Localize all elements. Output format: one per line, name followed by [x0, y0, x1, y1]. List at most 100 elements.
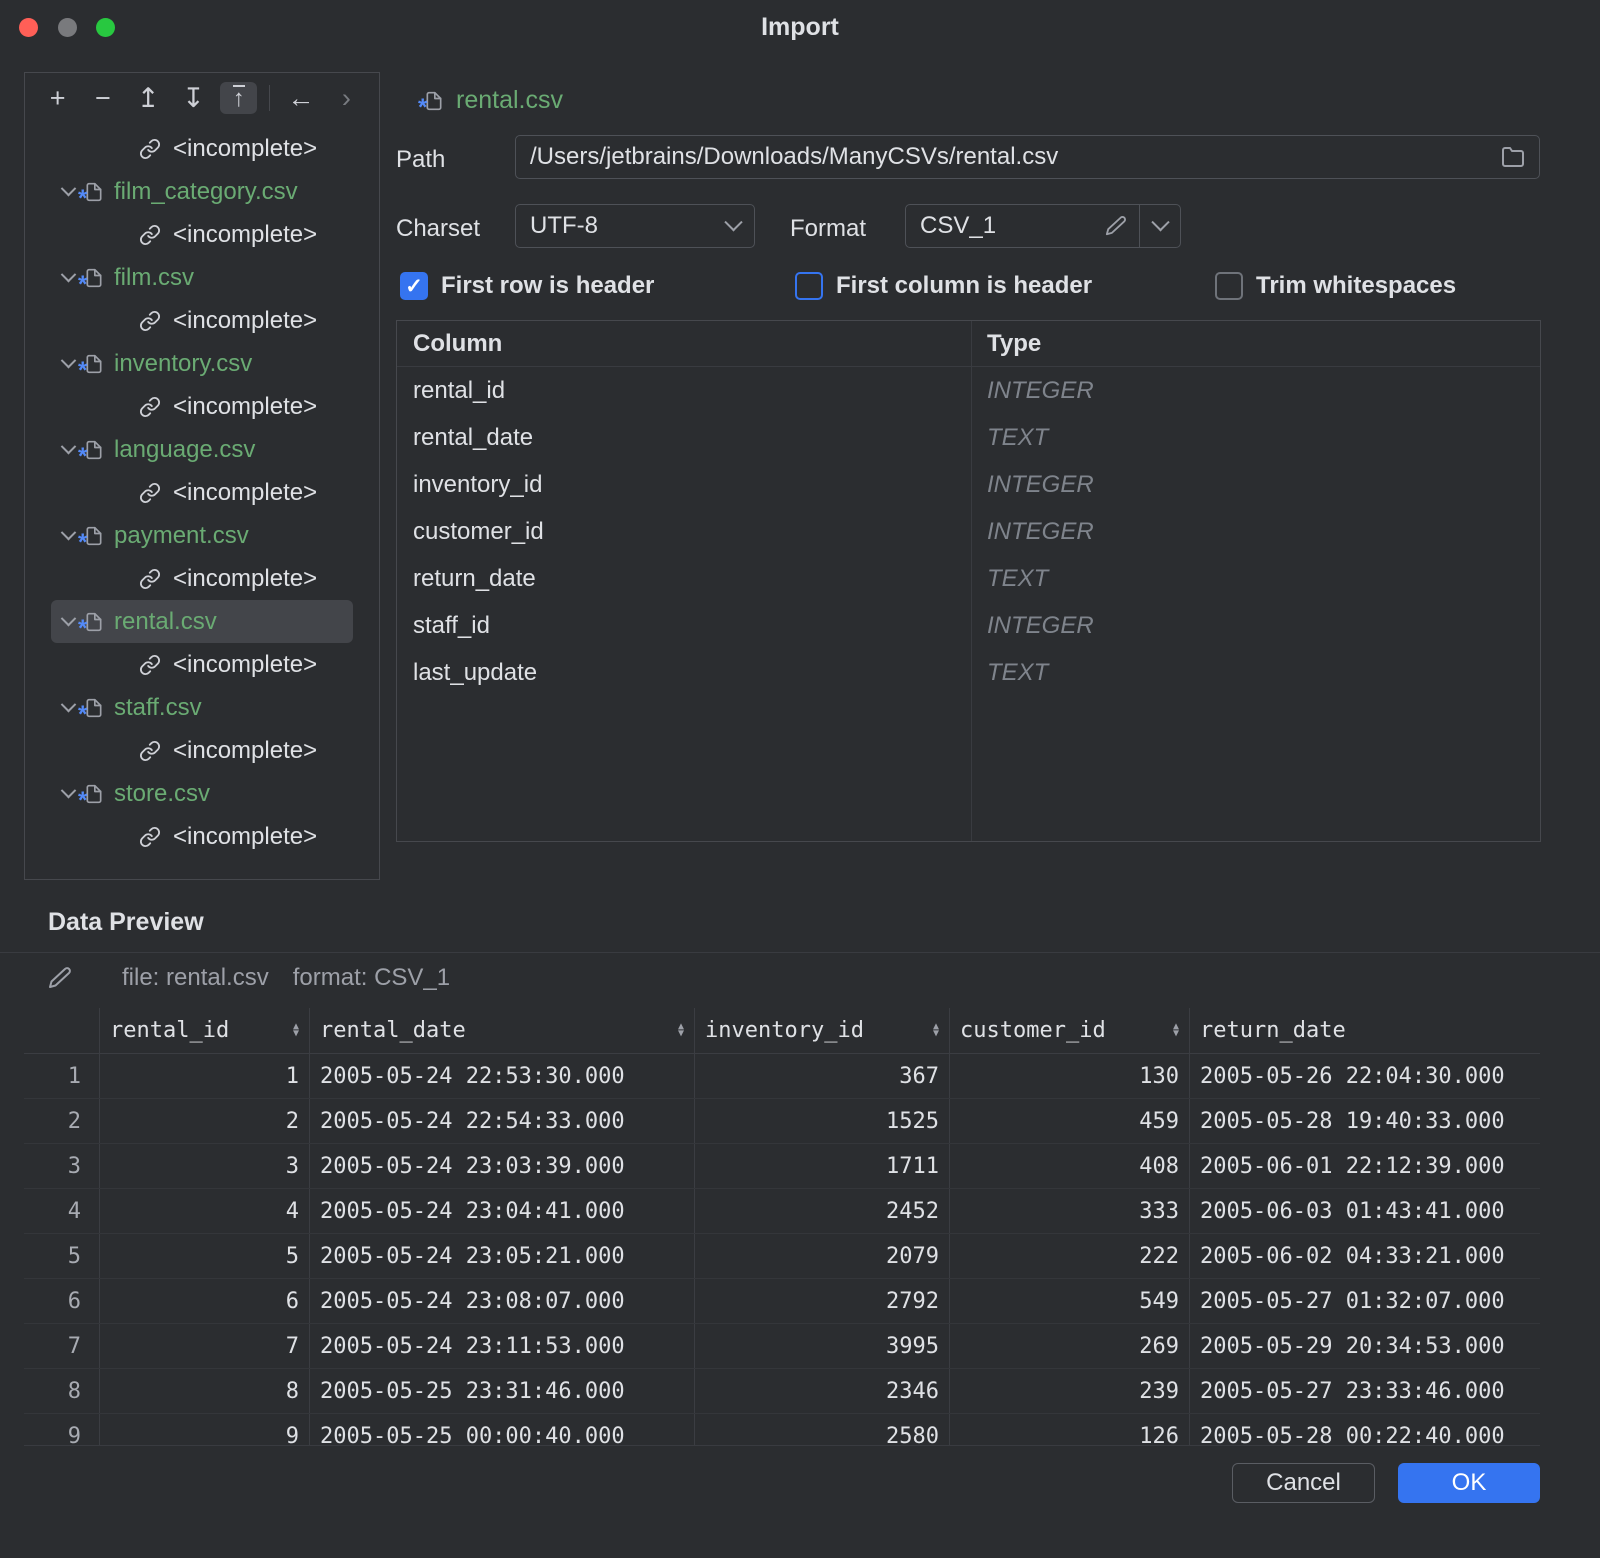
table-row[interactable]: inventory_idINTEGER [397, 461, 1540, 508]
charset-select[interactable]: UTF-8 [515, 204, 755, 248]
cell[interactable]: 2452 [695, 1189, 950, 1233]
column-type[interactable]: TEXT [971, 424, 1540, 452]
cell[interactable]: 459 [950, 1099, 1190, 1143]
preview-header[interactable]: customer_id▲▼ [950, 1008, 1190, 1053]
sort-icon[interactable]: ▲▼ [285, 1024, 299, 1036]
table-row[interactable]: return_dateTEXT [397, 555, 1540, 602]
tree-item-file[interactable]: * store.csv [51, 772, 353, 815]
table-row[interactable]: rental_dateTEXT [397, 414, 1540, 461]
cell[interactable]: 2 [100, 1099, 310, 1143]
preview-row[interactable]: 6 6 2005-05-24 23:08:07.000 2792 549 200… [24, 1279, 1540, 1324]
cell[interactable]: 130 [950, 1054, 1190, 1098]
cell[interactable]: 2005-05-27 01:32:07.000 [1190, 1279, 1540, 1323]
column-type[interactable]: TEXT [971, 659, 1540, 687]
column-type[interactable]: INTEGER [971, 471, 1540, 499]
tree-item-file[interactable]: * film.csv [51, 256, 353, 299]
sort-icon[interactable]: ▲▼ [925, 1024, 939, 1036]
preview-row[interactable]: 5 5 2005-05-24 23:05:21.000 2079 222 200… [24, 1234, 1540, 1279]
tree-item-file[interactable]: * film_category.csv [51, 170, 353, 213]
table-row[interactable]: rental_idINTEGER [397, 367, 1540, 414]
move-down-button[interactable]: ↧ [175, 82, 212, 114]
cell[interactable]: 239 [950, 1369, 1190, 1413]
tree-item-incomplete[interactable]: <incomplete> [51, 299, 353, 342]
format-dropdown-button[interactable] [1140, 205, 1180, 247]
cell[interactable]: 2005-05-25 23:31:46.000 [310, 1369, 695, 1413]
table-row[interactable]: customer_idINTEGER [397, 508, 1540, 555]
cell[interactable]: 2005-05-24 22:53:30.000 [310, 1054, 695, 1098]
cell[interactable]: 2005-05-28 19:40:33.000 [1190, 1099, 1540, 1143]
first-column-header-checkbox-group[interactable]: ✓ First column is header [795, 272, 1092, 300]
ok-button[interactable]: OK [1398, 1463, 1540, 1503]
cell[interactable]: 367 [695, 1054, 950, 1098]
cell[interactable]: 2005-05-28 00:22:40.000 [1190, 1414, 1540, 1446]
cell[interactable]: 2792 [695, 1279, 950, 1323]
cell[interactable]: 2005-05-27 23:33:46.000 [1190, 1369, 1540, 1413]
tree-item-incomplete[interactable]: <incomplete> [51, 213, 353, 256]
cell[interactable]: 2346 [695, 1369, 950, 1413]
table-row[interactable]: staff_idINTEGER [397, 602, 1540, 649]
cell[interactable]: 1711 [695, 1144, 950, 1188]
trim-whitespaces-checkbox[interactable]: ✓ [1215, 272, 1243, 300]
cell[interactable]: 2005-05-24 22:54:33.000 [310, 1099, 695, 1143]
format-combo[interactable]: CSV_1 [905, 204, 1181, 248]
cell[interactable]: 2005-06-03 01:43:41.000 [1190, 1189, 1540, 1233]
cell[interactable]: 126 [950, 1414, 1190, 1446]
tree-item-incomplete[interactable]: <incomplete> [51, 557, 353, 600]
tree-item-file[interactable]: * inventory.csv [51, 342, 353, 385]
cell[interactable]: 6 [100, 1279, 310, 1323]
back-button[interactable]: ← [282, 82, 319, 114]
column-type[interactable]: INTEGER [971, 518, 1540, 546]
cell[interactable]: 5 [100, 1234, 310, 1278]
cell[interactable]: 2005-05-29 20:34:53.000 [1190, 1324, 1540, 1368]
table-row[interactable]: last_updateTEXT [397, 649, 1540, 696]
tree-item-incomplete[interactable]: <incomplete> [51, 643, 353, 686]
cell[interactable]: 2005-05-24 23:05:21.000 [310, 1234, 695, 1278]
cell[interactable]: 2580 [695, 1414, 950, 1446]
cell[interactable]: 3 [100, 1144, 310, 1188]
tree-item-incomplete[interactable]: <incomplete> [51, 815, 353, 858]
preview-row[interactable]: 4 4 2005-05-24 23:04:41.000 2452 333 200… [24, 1189, 1540, 1234]
preview-row[interactable]: 2 2 2005-05-24 22:54:33.000 1525 459 200… [24, 1099, 1540, 1144]
trim-whitespaces-checkbox-group[interactable]: ✓ Trim whitespaces [1215, 272, 1456, 300]
preview-row[interactable]: 9 9 2005-05-25 00:00:40.000 2580 126 200… [24, 1414, 1540, 1446]
path-input[interactable]: /Users/jetbrains/Downloads/ManyCSVs/rent… [515, 135, 1540, 179]
cell[interactable]: 408 [950, 1144, 1190, 1188]
tree-item-incomplete[interactable]: <incomplete> [51, 385, 353, 428]
forward-button[interactable]: › [328, 82, 365, 114]
remove-file-button[interactable]: − [84, 82, 121, 114]
column-type[interactable]: TEXT [971, 565, 1540, 593]
cell[interactable]: 7 [100, 1324, 310, 1368]
tree-item-file[interactable]: * staff.csv [51, 686, 353, 729]
cell[interactable]: 2005-05-24 23:08:07.000 [310, 1279, 695, 1323]
move-up-button[interactable]: ↥ [130, 82, 167, 114]
column-header[interactable]: Column [397, 321, 971, 366]
first-row-header-checkbox[interactable]: ✓ [400, 272, 428, 300]
preview-row[interactable]: 8 8 2005-05-25 23:31:46.000 2346 239 200… [24, 1369, 1540, 1414]
cell[interactable]: 1 [100, 1054, 310, 1098]
type-header[interactable]: Type [971, 321, 1540, 366]
promote-button[interactable]: ↑ [220, 82, 257, 114]
cell[interactable]: 4 [100, 1189, 310, 1233]
preview-header[interactable]: rental_date▲▼ [310, 1008, 695, 1053]
cell[interactable]: 2005-05-24 23:03:39.000 [310, 1144, 695, 1188]
first-row-header-checkbox-group[interactable]: ✓ First row is header [400, 272, 654, 300]
tree-item-incomplete[interactable]: <incomplete> [51, 729, 353, 772]
add-file-button[interactable]: + [39, 82, 76, 114]
edit-pencil-icon[interactable] [48, 966, 72, 990]
preview-header[interactable]: return_date [1190, 1008, 1540, 1053]
cell[interactable]: 2005-05-26 22:04:30.000 [1190, 1054, 1540, 1098]
cell[interactable]: 3995 [695, 1324, 950, 1368]
cell[interactable]: 9 [100, 1414, 310, 1446]
folder-icon[interactable] [1501, 145, 1525, 169]
cell[interactable]: 269 [950, 1324, 1190, 1368]
preview-header[interactable]: rental_id▲▼ [100, 1008, 310, 1053]
tree-item-incomplete[interactable]: <incomplete> [51, 471, 353, 514]
preview-row[interactable]: 7 7 2005-05-24 23:11:53.000 3995 269 200… [24, 1324, 1540, 1369]
sort-icon[interactable]: ▲▼ [1165, 1024, 1179, 1036]
column-type[interactable]: INTEGER [971, 612, 1540, 640]
sort-icon[interactable]: ▲▼ [670, 1024, 684, 1036]
cell[interactable]: 2005-05-24 23:11:53.000 [310, 1324, 695, 1368]
tree-item-file[interactable]: * language.csv [51, 428, 353, 471]
cell[interactable]: 549 [950, 1279, 1190, 1323]
cell[interactable]: 2079 [695, 1234, 950, 1278]
